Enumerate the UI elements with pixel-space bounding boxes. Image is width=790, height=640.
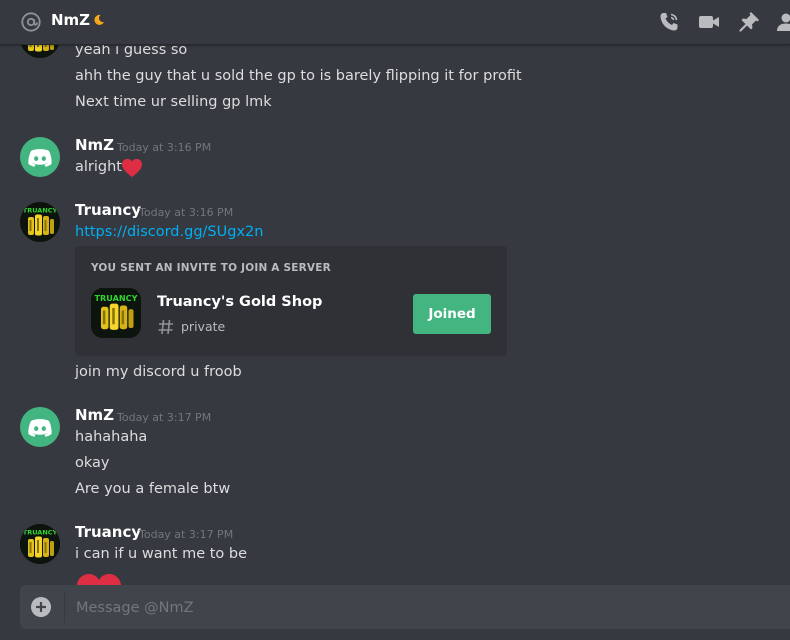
message-author[interactable]: NmZ: [75, 136, 114, 154]
composer-area: [0, 585, 790, 640]
server-icon[interactable]: [91, 288, 141, 338]
message-author[interactable]: Truancy: [75, 523, 141, 541]
message-text: okay: [75, 455, 110, 471]
message-text: alright: [75, 159, 122, 175]
message-timestamp: Today at 3:17 PM: [139, 528, 234, 541]
message-text: Are you a female btw: [75, 481, 231, 497]
message-timestamp: Today at 3:16 PM: [117, 141, 212, 154]
discord-avatar[interactable]: [20, 137, 60, 177]
message-author[interactable]: NmZ: [75, 406, 114, 424]
server-invite-card: YOU SENT AN INVITE TO JOIN A SERVER Trua…: [75, 246, 507, 356]
message-text: ahh the guy that u sold the gp to is bar…: [75, 68, 522, 84]
video-icon[interactable]: [697, 10, 721, 34]
heart-emoji-icon: [77, 574, 121, 585]
message-input[interactable]: [74, 585, 778, 631]
message-text: Next time ur selling gp lmk: [75, 94, 272, 110]
dm-recipient-name: NmZ: [51, 11, 91, 29]
invite-link[interactable]: https://discord.gg/SUgx2n: [75, 224, 263, 240]
dm-header: NmZ: [0, 0, 790, 45]
moon-icon: [94, 14, 104, 25]
composer-divider: [64, 591, 65, 623]
message-list[interactable]: yeah i guess so ahh the guy that u sold …: [0, 45, 790, 585]
invite-channel: private: [181, 319, 226, 334]
message-composer[interactable]: [20, 585, 790, 631]
at-icon: [21, 12, 41, 32]
add-attachment-icon[interactable]: [30, 596, 52, 618]
invite-header: YOU SENT AN INVITE TO JOIN A SERVER: [91, 262, 331, 274]
heart-emoji-icon: [121, 158, 143, 178]
server-name: Truancy's Gold Shop: [157, 294, 323, 310]
joined-button[interactable]: Joined: [413, 294, 491, 334]
message-text: i can if u want me to be: [75, 546, 248, 562]
pin-icon[interactable]: [737, 10, 761, 34]
message-author[interactable]: Truancy: [75, 201, 141, 219]
message-text: join my discord u froob: [75, 364, 242, 380]
truancy-avatar[interactable]: [20, 524, 60, 564]
message-text: yeah i guess so: [75, 45, 188, 58]
channel-hash-icon: [158, 319, 173, 335]
members-icon[interactable]: [774, 10, 790, 34]
truancy-avatar[interactable]: [20, 45, 60, 58]
call-icon[interactable]: [657, 10, 681, 34]
discord-avatar[interactable]: [20, 407, 60, 447]
truancy-avatar[interactable]: [20, 202, 60, 242]
message-text: hahahaha: [75, 429, 148, 445]
message-timestamp: Today at 3:16 PM: [139, 206, 234, 219]
message-timestamp: Today at 3:17 PM: [117, 411, 212, 424]
